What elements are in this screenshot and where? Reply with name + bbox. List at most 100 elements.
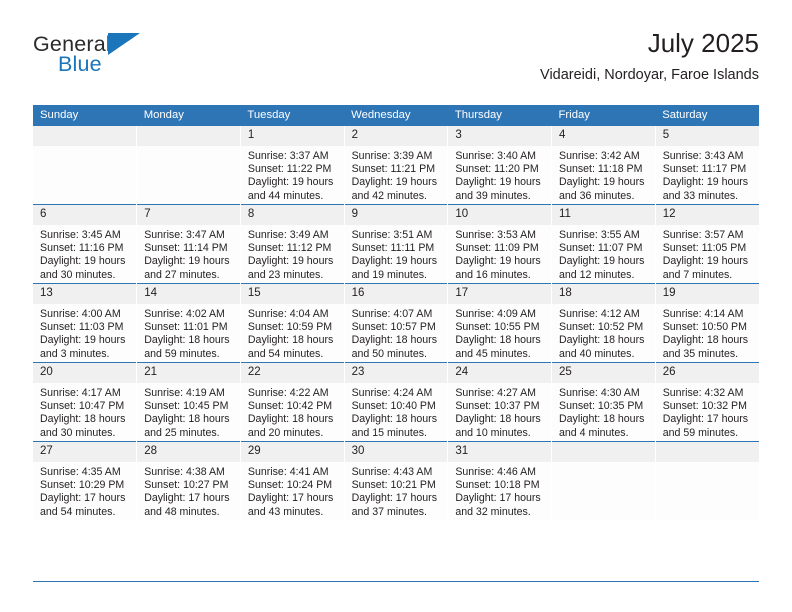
sunrise-time: Sunrise: 3:37 AM <box>247 150 329 162</box>
weekday-header-monday: Monday <box>136 105 241 126</box>
calendar-day-cell[interactable]: 14 Sunrise: 4:02 AM Sunset: 11:01 PM Daylig… <box>136 283 241 363</box>
calendar-day-cell[interactable]: 4 Sunrise: 3:42 AM Sunset: 11:18 PM Dayligh… <box>551 126 656 205</box>
day-number: 8 <box>240 205 344 225</box>
day-number: 12 <box>655 205 759 225</box>
daylight-duration-line2: and 43 minutes. <box>247 505 324 518</box>
calendar-day-cell[interactable]: 27 Sunrise: 4:35 AM Sunset: 10:29 PM Daylig… <box>33 441 138 520</box>
day-sun-info: Sunrise: 3:43 AM Sunset: 11:17 PM Daylight… <box>656 146 759 203</box>
day-sun-info: Sunrise: 4:22 AM Sunset: 10:42 PM Daylight… <box>241 383 344 440</box>
calendar-day-cell[interactable]: 6 Sunrise: 3:45 AM Sunset: 11:16 PM Dayligh… <box>33 204 138 284</box>
day-sun-info: Sunrise: 4:41 AM Sunset: 10:24 PM Daylight… <box>241 462 344 519</box>
day-number: 22 <box>240 363 344 383</box>
day-sun-info: Sunrise: 4:27 AM Sunset: 10:37 PM Daylight… <box>448 383 551 440</box>
daylight-duration-line2: and 36 minutes. <box>559 189 635 202</box>
calendar-day-cell[interactable]: 18 Sunrise: 4:12 AM Sunset: 10:52 PM Daylig… <box>551 283 656 363</box>
day-sun-info: Sunrise: 3:49 AM Sunset: 11:12 PM Daylight… <box>241 225 344 282</box>
title-block: July 2025 Vidareidi, Nordoyar, Faroe Isl… <box>540 28 759 84</box>
calendar-day-cell[interactable]: 21 Sunrise: 4:19 AM Sunset: 10:45 PM Daylig… <box>136 362 241 442</box>
sunset-time: Sunset: 11:18 PM <box>559 163 643 176</box>
calendar-day-cell[interactable]: 24 Sunrise: 4:27 AM Sunset: 10:37 PM Daylig… <box>447 362 553 442</box>
sunset-time: Sunset: 11:17 PM <box>662 163 747 176</box>
calendar-day-cell[interactable]: 2 Sunrise: 3:39 AM Sunset: 11:21 PM Dayligh… <box>344 126 449 205</box>
day-number: 17 <box>448 284 552 304</box>
sunrise-time: Sunrise: 4:00 AM <box>40 308 121 320</box>
daylight-duration-line2: and 32 minutes. <box>455 505 531 518</box>
calendar-day-cell-empty <box>551 441 656 520</box>
daylight-duration-line1: Daylight: 17 hours <box>351 492 437 505</box>
calendar-day-cell[interactable]: 7 Sunrise: 3:47 AM Sunset: 11:14 PM Dayligh… <box>136 204 241 284</box>
daylight-duration-line1: Daylight: 18 hours <box>351 334 437 347</box>
calendar-day-cell[interactable]: 26 Sunrise: 4:32 AM Sunset: 10:32 PM Daylig… <box>655 362 759 442</box>
day-number: 18 <box>552 284 655 304</box>
calendar-day-cell[interactable]: 22 Sunrise: 4:22 AM Sunset: 10:42 PM Daylig… <box>240 362 345 442</box>
daylight-duration-line2: and 10 minutes. <box>455 426 531 439</box>
daylight-duration-line2: and 50 minutes. <box>351 347 427 360</box>
generalblue-logo[interactable]: General Blue <box>33 32 233 84</box>
calendar-day-cell[interactable]: 17 Sunrise: 4:09 AM Sunset: 10:55 PM Daylig… <box>447 283 553 363</box>
calendar-day-cell[interactable]: 8 Sunrise: 3:49 AM Sunset: 11:12 PM Dayligh… <box>240 204 345 284</box>
daylight-duration-line2: and 48 minutes. <box>144 505 220 518</box>
day-sun-info: Sunrise: 4:09 AM Sunset: 10:55 PM Daylight… <box>448 304 551 361</box>
daylight-duration-line1: Daylight: 19 hours <box>351 255 437 268</box>
sunrise-time: Sunrise: 4:38 AM <box>144 466 225 478</box>
day-number: 29 <box>240 442 344 462</box>
day-sun-info: Sunrise: 3:45 AM Sunset: 11:16 PM Daylight… <box>33 225 136 282</box>
sunset-time: Sunset: 10:40 PM <box>351 400 436 413</box>
day-number: 26 <box>655 363 759 383</box>
day-sun-info: Sunrise: 3:40 AM Sunset: 11:20 PM Daylight… <box>448 146 551 203</box>
page-title: July 2025 <box>647 28 759 58</box>
daylight-duration-line1: Daylight: 19 hours <box>40 255 126 268</box>
calendar-day-cell[interactable]: 5 Sunrise: 3:43 AM Sunset: 11:17 PM Dayligh… <box>655 126 759 205</box>
sunset-time: Sunset: 10:27 PM <box>144 479 229 492</box>
day-sun-info: Sunrise: 4:02 AM Sunset: 11:01 PM Daylight… <box>137 304 240 361</box>
weekday-header-friday: Friday <box>551 105 656 126</box>
calendar-day-cell[interactable]: 13 Sunrise: 4:00 AM Sunset: 11:03 PM Daylig… <box>33 283 138 363</box>
calendar-day-cell[interactable]: 15 Sunrise: 4:04 AM Sunset: 10:59 PM Daylig… <box>240 283 345 363</box>
calendar-week-row: 27 Sunrise: 4:35 AM Sunset: 10:29 PM Daylig… <box>33 441 759 520</box>
sunrise-sunset-calendar: Sunday Monday Tuesday Wednesday Thursday… <box>33 105 759 520</box>
sunset-time: Sunset: 11:21 PM <box>351 163 436 176</box>
calendar-day-cell[interactable]: 10 Sunrise: 3:53 AM Sunset: 11:09 PM Daylig… <box>447 204 553 284</box>
calendar-day-cell[interactable]: 16 Sunrise: 4:07 AM Sunset: 10:57 PM Daylig… <box>344 283 449 363</box>
sunset-time: Sunset: 10:18 PM <box>455 479 540 492</box>
sunrise-time: Sunrise: 4:07 AM <box>351 308 433 320</box>
day-sun-info: Sunrise: 4:19 AM Sunset: 10:45 PM Daylight… <box>137 383 240 440</box>
calendar-day-cell-empty <box>33 126 138 205</box>
daylight-duration-line2: and 30 minutes. <box>40 426 116 439</box>
sunrise-time: Sunrise: 4:46 AM <box>455 466 536 478</box>
calendar-day-cell[interactable]: 20 Sunrise: 4:17 AM Sunset: 10:47 PM Daylig… <box>33 362 138 442</box>
calendar-day-cell[interactable]: 25 Sunrise: 4:30 AM Sunset: 10:35 PM Daylig… <box>551 362 656 442</box>
calendar-day-cell[interactable]: 12 Sunrise: 3:57 AM Sunset: 11:05 PM Daylig… <box>655 204 759 284</box>
page-subtitle: Vidareidi, Nordoyar, Faroe Islands <box>540 67 759 83</box>
day-number: 20 <box>33 363 137 383</box>
daylight-duration-line1: Daylight: 18 hours <box>662 334 749 347</box>
daylight-duration-line2: and 44 minutes. <box>247 189 324 202</box>
day-sun-info: Sunrise: 4:24 AM Sunset: 10:40 PM Daylight… <box>345 383 448 440</box>
calendar-day-cell[interactable]: 31 Sunrise: 4:46 AM Sunset: 10:18 PM Daylig… <box>447 441 553 520</box>
day-sun-info: Sunrise: 3:37 AM Sunset: 11:22 PM Daylight… <box>241 146 344 203</box>
sunset-time: Sunset: 10:57 PM <box>351 321 436 334</box>
daylight-duration-line1: Daylight: 19 hours <box>455 255 541 268</box>
calendar-day-cell[interactable]: 29 Sunrise: 4:41 AM Sunset: 10:24 PM Daylig… <box>240 441 345 520</box>
sunrise-time: Sunrise: 4:43 AM <box>351 466 433 478</box>
sunrise-time: Sunrise: 4:12 AM <box>559 308 640 320</box>
sunset-time: Sunset: 10:59 PM <box>247 321 333 334</box>
sunrise-time: Sunrise: 3:42 AM <box>559 150 640 162</box>
daylight-duration-line2: and 37 minutes. <box>351 505 427 518</box>
calendar-day-cell[interactable]: 23 Sunrise: 4:24 AM Sunset: 10:40 PM Daylig… <box>344 362 449 442</box>
day-sun-info: Sunrise: 3:39 AM Sunset: 11:21 PM Daylight… <box>345 146 448 203</box>
calendar-day-cell[interactable]: 3 Sunrise: 3:40 AM Sunset: 11:20 PM Dayligh… <box>447 126 553 205</box>
day-number: 1 <box>240 126 344 146</box>
daylight-duration-line1: Daylight: 18 hours <box>247 413 334 426</box>
day-number: 11 <box>552 205 655 225</box>
day-sun-info: Sunrise: 4:43 AM Sunset: 10:21 PM Daylight… <box>345 462 448 519</box>
sunset-time: Sunset: 11:12 PM <box>247 242 332 255</box>
sunrise-time: Sunrise: 4:17 AM <box>40 387 121 399</box>
calendar-day-cell[interactable]: 11 Sunrise: 3:55 AM Sunset: 11:07 PM Daylig… <box>551 204 656 284</box>
calendar-day-cell[interactable]: 30 Sunrise: 4:43 AM Sunset: 10:21 PM Daylig… <box>344 441 449 520</box>
calendar-day-cell[interactable]: 28 Sunrise: 4:38 AM Sunset: 10:27 PM Daylig… <box>136 441 241 520</box>
calendar-day-cell[interactable]: 1 Sunrise: 3:37 AM Sunset: 11:22 PM Dayligh… <box>240 126 345 205</box>
calendar-day-cell[interactable]: 9 Sunrise: 3:51 AM Sunset: 11:11 PM Dayligh… <box>344 204 449 284</box>
calendar-day-cell[interactable]: 19 Sunrise: 4:14 AM Sunset: 10:50 PM Daylig… <box>655 283 759 363</box>
sunset-time: Sunset: 11:11 PM <box>351 242 435 255</box>
